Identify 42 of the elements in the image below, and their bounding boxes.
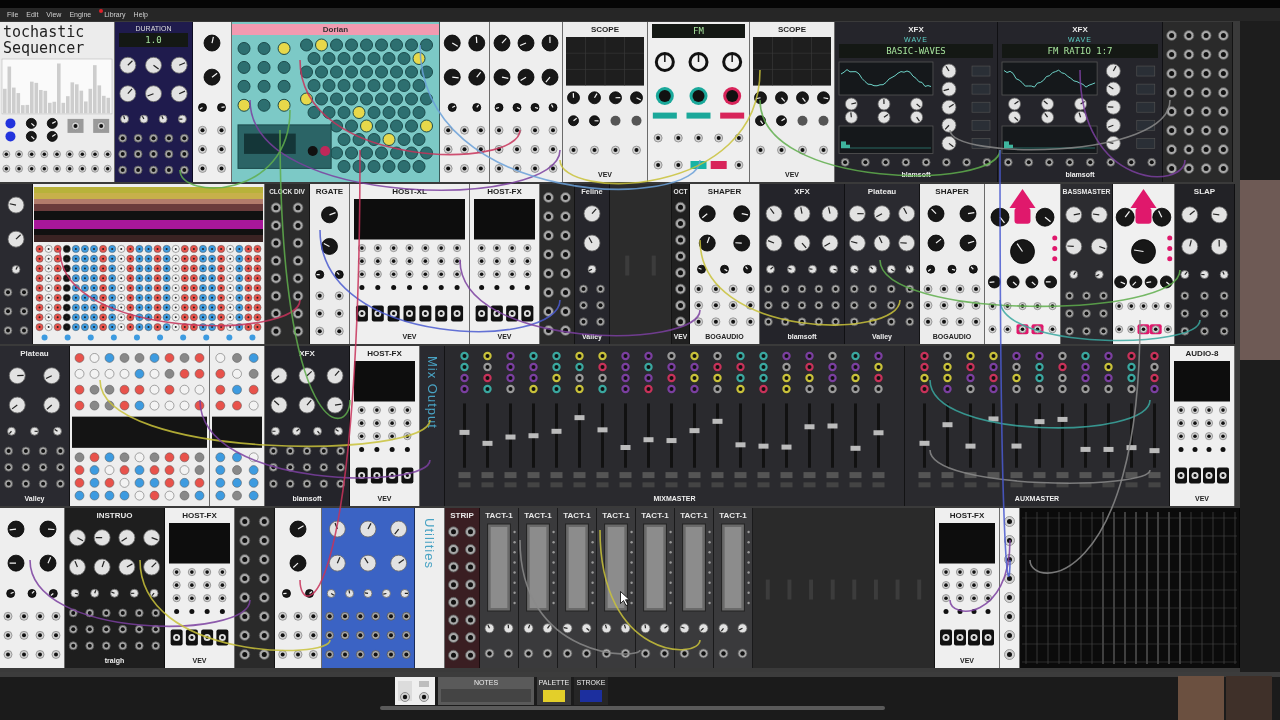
module-title: TACT-1 (718, 510, 748, 521)
module-title: TACT-1 (562, 510, 592, 521)
module-title: XFX (298, 348, 316, 359)
horizontal-scrollbar[interactable] (380, 706, 885, 710)
module-title: SHAPER (706, 186, 743, 197)
lcd-display: FM RATIO 1:7 (1002, 44, 1158, 58)
video-placeholder (1226, 676, 1272, 720)
module-title: TACT-1 (601, 510, 631, 521)
module-title: INSTRUO (95, 510, 134, 521)
module-title: Plateau (866, 186, 898, 197)
module-title: HOST-XL (391, 186, 428, 197)
mouse-cursor-icon (620, 591, 630, 606)
module-title: TACT-1 (679, 510, 709, 521)
module-thumbnail-drawing[interactable] (395, 677, 435, 705)
module-title: Utilities (422, 518, 437, 569)
module-title: Dorian (232, 24, 439, 35)
module-title: HOST-FX (366, 348, 403, 359)
video-placeholder (1178, 676, 1224, 720)
color-swatch-icon[interactable] (543, 690, 565, 702)
module-title: HOST-FX (181, 510, 218, 521)
module-title: XFX (1071, 24, 1089, 35)
lcd-display: BASIC-WAVES (839, 44, 993, 58)
lcd-display: 1.0 (119, 33, 188, 47)
module-title: HOST-FX (948, 510, 986, 521)
lcd-display: FM (652, 24, 745, 38)
module-title: TACT-1 (484, 510, 514, 521)
module-title: Mix Output (424, 356, 440, 429)
module-title: Plateau (19, 348, 50, 359)
module-title: SHAPER (934, 186, 970, 197)
module-title: STRIP (449, 510, 475, 521)
module-title: SLAP (1192, 186, 1217, 197)
module-title: RGATE (314, 186, 345, 197)
module-title: HOST-FX (486, 186, 523, 197)
module-title: AUDIO-8 (1184, 348, 1220, 359)
module-title: XFX (793, 186, 811, 197)
module-title: TACT-1 (640, 510, 670, 521)
module-title: XFX (907, 24, 925, 35)
module-title: SCOPE (777, 24, 807, 35)
color-swatch-icon[interactable] (580, 690, 602, 702)
module-title: tochastic Sequencer (2, 24, 86, 58)
module-title: TACT-1 (523, 510, 553, 521)
module-title: SCOPE (590, 24, 620, 35)
